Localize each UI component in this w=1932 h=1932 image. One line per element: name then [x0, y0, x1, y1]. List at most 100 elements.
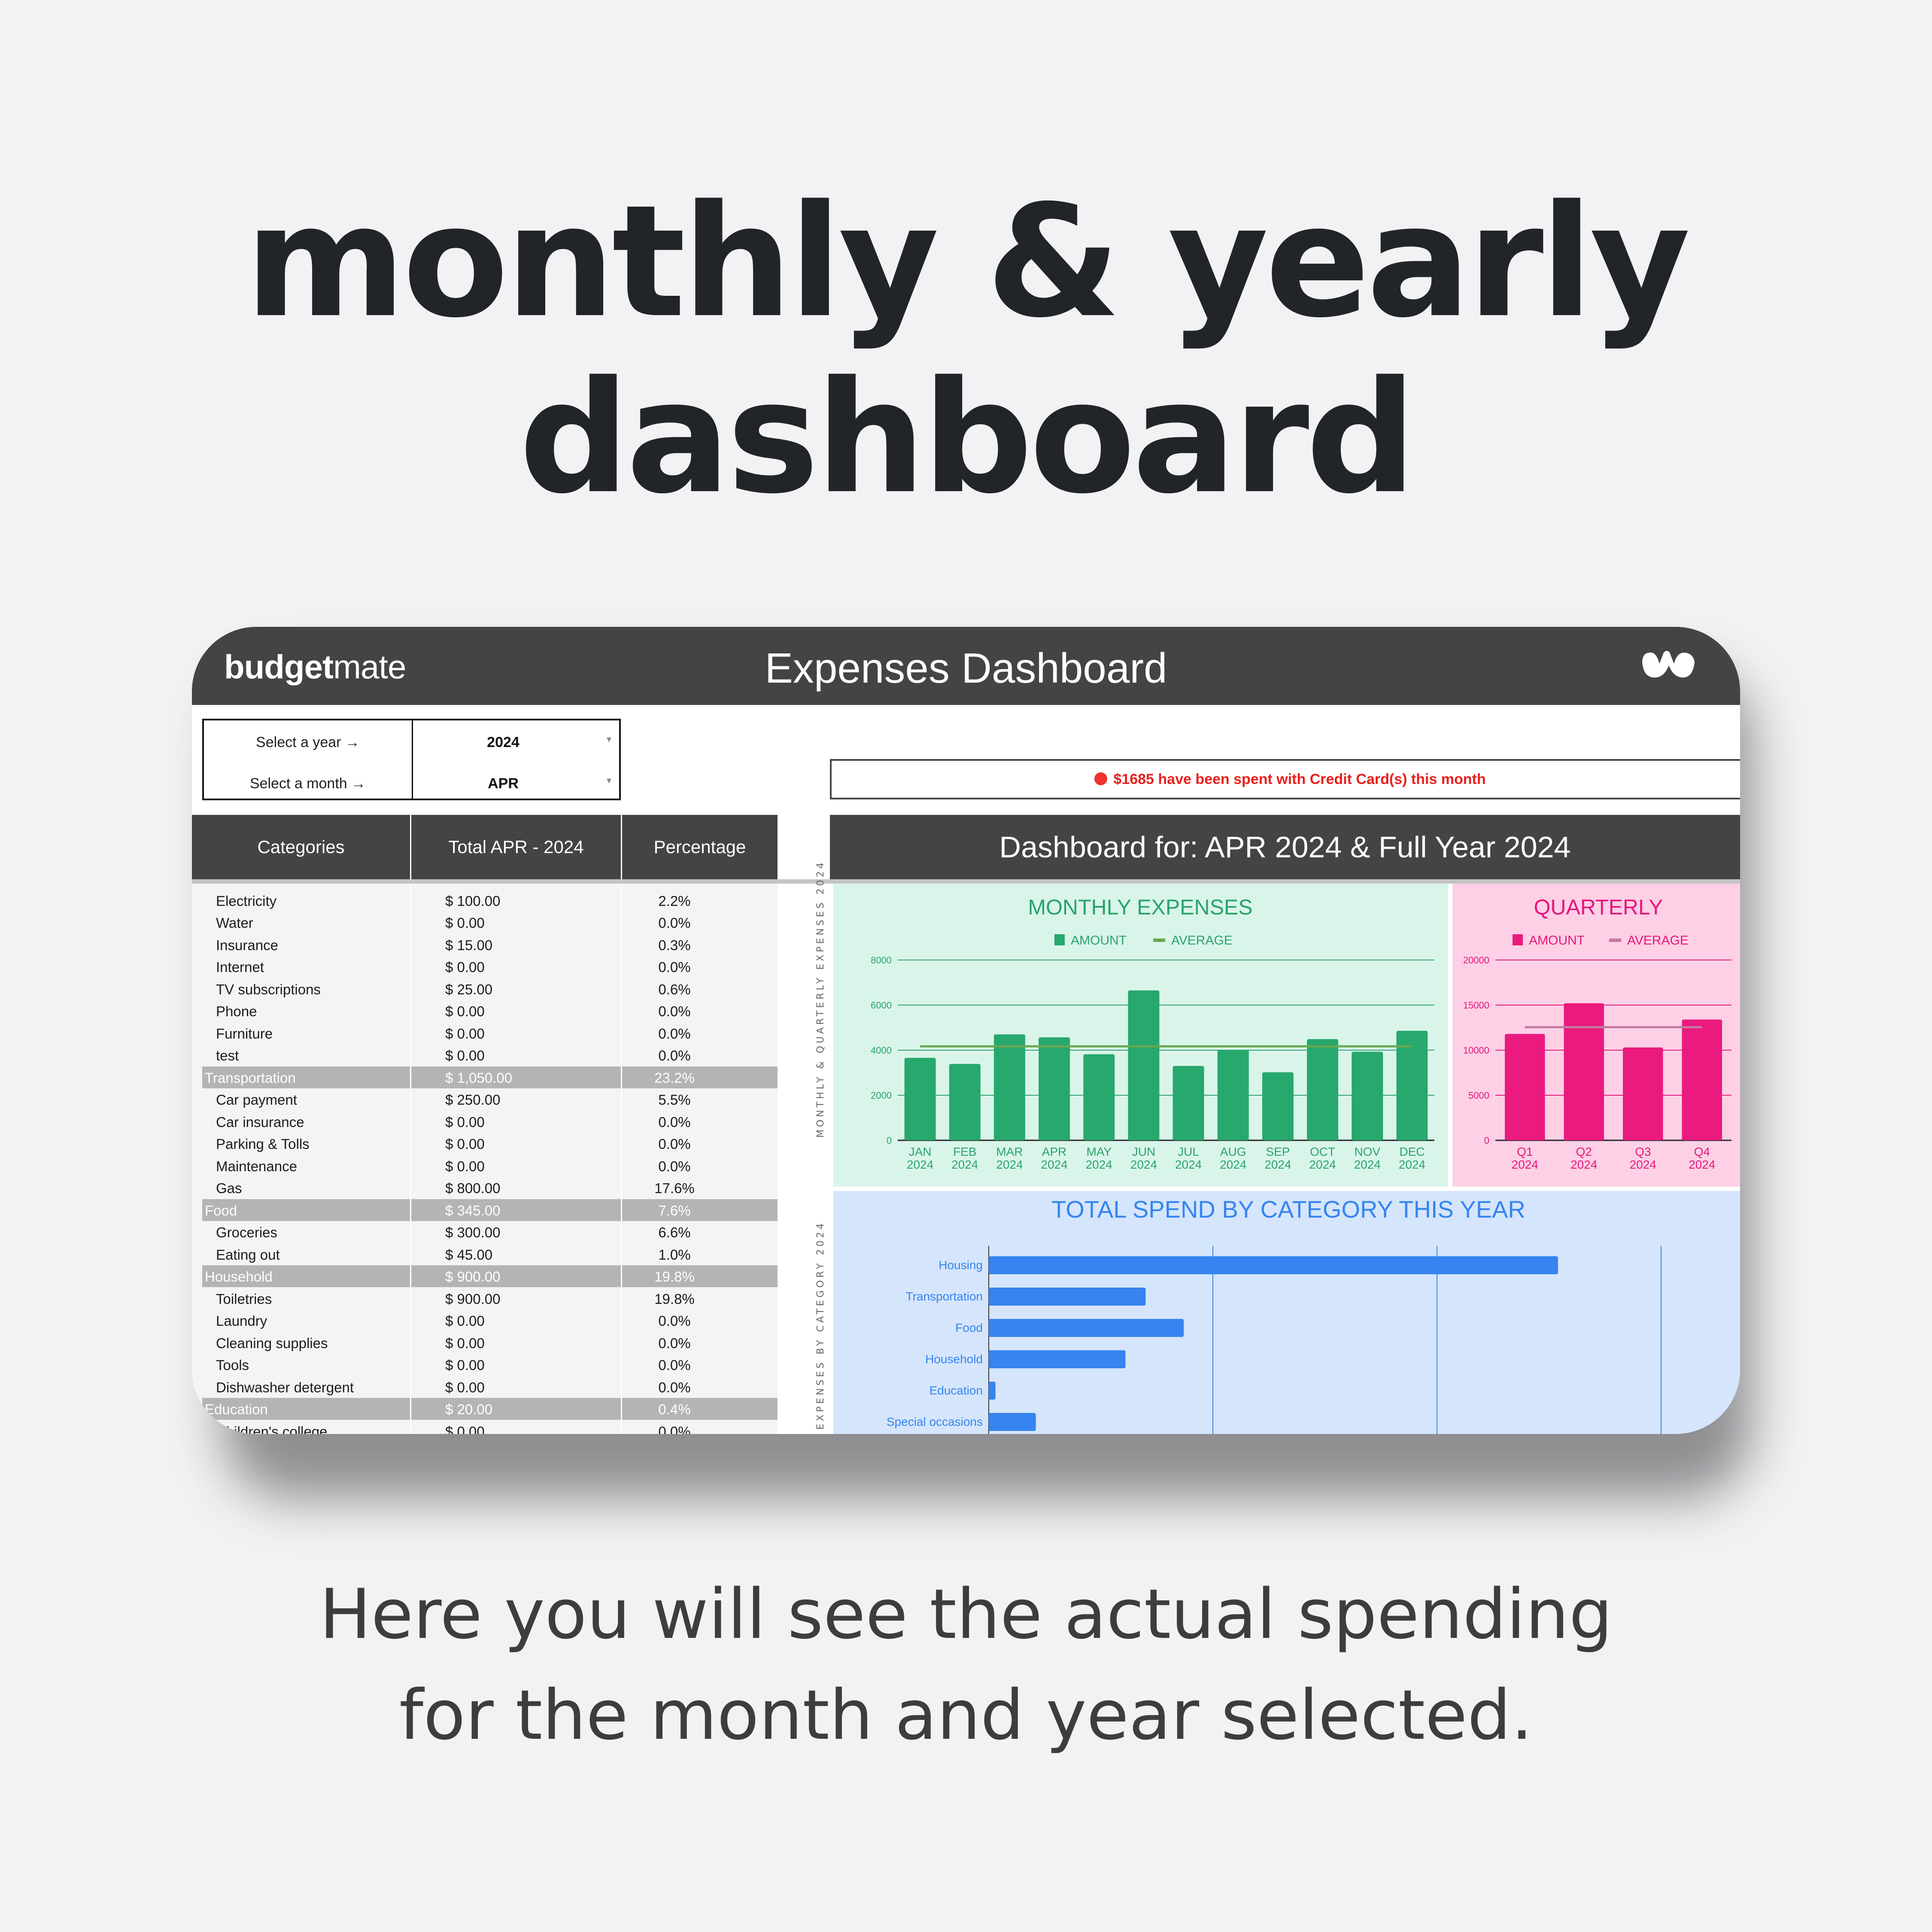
table-row[interactable]: Insurance $ 15.00 0.3% — [202, 933, 778, 956]
chevron-down-icon[interactable]: ▾ — [607, 734, 611, 745]
x-tick-label: Q4 — [1694, 1145, 1710, 1158]
category-cell: Furniture — [216, 1025, 273, 1042]
table-row[interactable]: TV subscriptions $ 25.00 0.6% — [202, 978, 778, 1000]
year-select[interactable]: 2024 — [413, 734, 593, 751]
percentage-cell: 19.8% — [654, 1269, 695, 1285]
y-tick-label: 4000 — [871, 1045, 892, 1056]
table-row[interactable]: Water $ 0.00 0.0% — [202, 911, 778, 933]
category-cell: Laundry — [216, 1313, 267, 1329]
x-tick-label: 2024 — [1086, 1158, 1112, 1171]
percentage-cell: 0.3% — [658, 937, 691, 953]
table-row[interactable]: Car payment $ 250.00 5.5% — [202, 1088, 778, 1110]
amount-cell: $ 0.00 — [445, 1379, 485, 1395]
brand-logo-icon — [1642, 651, 1695, 678]
category-cell: Parking & Tolls — [216, 1136, 310, 1152]
table-row[interactable]: Eating out $ 45.00 1.0% — [202, 1243, 778, 1265]
y-tick-label: Education — [929, 1384, 983, 1397]
table-row[interactable]: Toiletries $ 900.00 19.8% — [202, 1287, 778, 1309]
bar — [1217, 1050, 1249, 1140]
percentage-cell: 2.2% — [658, 893, 691, 909]
x-tick-label: Q2 — [1576, 1145, 1592, 1158]
column-header-total[interactable]: Total APR - 2024 — [411, 815, 622, 879]
category-cell: Food — [205, 1202, 237, 1218]
category-cell: Gas — [216, 1180, 242, 1196]
month-select[interactable]: APR — [413, 775, 593, 792]
bar — [1682, 1019, 1722, 1140]
legend-swatch-average — [1153, 939, 1165, 942]
table-row[interactable]: Car insurance $ 0.00 0.0% — [202, 1110, 778, 1133]
column-header-categories[interactable]: Categories — [192, 815, 411, 879]
table-group-row[interactable]: Education $ 20.00 0.4% — [202, 1398, 778, 1420]
table-group-row[interactable]: Food $ 345.00 7.6% — [202, 1199, 778, 1221]
table-row[interactable]: Gas $ 800.00 17.6% — [202, 1177, 778, 1199]
bar — [1307, 1039, 1339, 1140]
x-tick-label: 2024 — [1130, 1158, 1157, 1171]
table-row[interactable]: Tools $ 0.00 0.0% — [202, 1354, 778, 1376]
chart-title: MONTHLY EXPENSES — [1028, 895, 1252, 919]
month-select-value: APR — [488, 775, 519, 792]
cell-divider — [621, 1154, 622, 1177]
side-label-monthly-quarterly: MONTHLY & QUARTERLY EXPENSES 2024 — [815, 860, 826, 1138]
cell-divider — [410, 1265, 411, 1287]
x-tick-label: JUL — [1178, 1145, 1199, 1158]
table-row[interactable]: Electricity $ 100.00 2.2% — [202, 889, 778, 911]
table-row[interactable]: Phone $ 0.00 0.0% — [202, 1000, 778, 1022]
app-header-bar: budgetmate Expenses Dashboard — [192, 627, 1740, 705]
quarterly-chart-panel: QUARTERLY AMOUNT AVERAGE 0 5000 10000 15000 200… — [1452, 884, 1740, 1187]
legend-label-average: AVERAGE — [1627, 933, 1689, 948]
table-row[interactable]: Internet $ 0.00 0.0% — [202, 956, 778, 978]
chart-title: TOTAL SPEND BY CATEGORY THIS YEAR — [1051, 1196, 1525, 1223]
percentage-cell: 0.0% — [658, 1003, 691, 1019]
chevron-down-icon[interactable]: ▾ — [607, 775, 611, 786]
x-tick-label: MAY — [1086, 1145, 1112, 1158]
table-row[interactable]: Groceries $ 300.00 6.6% — [202, 1221, 778, 1243]
x-tick-label: 2024 — [1264, 1158, 1291, 1171]
table-row[interactable]: Laundry $ 0.00 0.0% — [202, 1309, 778, 1331]
category-chart: TOTAL SPEND BY CATEGORY THIS YEAR Housing… — [887, 1196, 1662, 1434]
category-cell: Transportation — [205, 1069, 296, 1086]
table-row[interactable]: Furniture $ 0.00 0.0% — [202, 1022, 778, 1044]
cell-divider — [621, 1243, 622, 1265]
promo-subtitle-line1: Here you will see the actual spending — [319, 1574, 1613, 1654]
legend-swatch-amount — [1054, 934, 1065, 945]
table-group-row[interactable]: Transportation $ 1,050.00 23.2% — [202, 1066, 778, 1088]
amount-cell: $ 0.00 — [445, 1048, 485, 1063]
bar — [1083, 1054, 1115, 1140]
amount-cell: $ 0.00 — [445, 1423, 485, 1434]
x-tick-label: 2024 — [996, 1158, 1023, 1171]
x-tick-label: FEB — [953, 1145, 976, 1158]
y-tick-label: 0 — [887, 1135, 892, 1146]
amount-cell: $ 345.00 — [445, 1202, 501, 1218]
x-tick-label: 2024 — [1220, 1158, 1246, 1171]
table-group-row[interactable]: Household $ 900.00 19.8% — [202, 1265, 778, 1287]
category-cell: Water — [216, 915, 253, 931]
category-cell: Household — [205, 1269, 273, 1285]
year-select-value: 2024 — [487, 734, 519, 750]
table-row[interactable]: Maintenance $ 0.00 0.0% — [202, 1154, 778, 1177]
table-row[interactable]: Cleaning supplies $ 0.00 0.0% — [202, 1331, 778, 1354]
promo-subtitle-line2: for the month and year selected. — [399, 1675, 1533, 1755]
x-tick-label: 2024 — [1512, 1158, 1538, 1171]
category-cell: Eating out — [216, 1246, 280, 1263]
column-header-percentage[interactable]: Percentage — [622, 815, 778, 879]
x-tick-label: NOV — [1354, 1145, 1380, 1158]
table-row[interactable]: Parking & Tolls $ 0.00 0.0% — [202, 1133, 778, 1154]
cell-divider — [621, 1221, 622, 1243]
x-tick-label: JAN — [909, 1145, 932, 1158]
bar — [1173, 1066, 1204, 1140]
promo-headline-line2: dashboard — [519, 348, 1416, 528]
amount-cell: $ 45.00 — [445, 1246, 493, 1263]
table-row[interactable]: Dishwasher detergent $ 0.00 0.0% — [202, 1376, 778, 1398]
bar — [949, 1064, 981, 1140]
amount-cell: $ 0.00 — [445, 959, 485, 975]
table-row[interactable]: test $ 0.00 0.0% — [202, 1044, 778, 1066]
monthly-expenses-chart: MONTHLY EXPENSES AMOUNT AVERAGE 0 2000 4000 60… — [871, 895, 1434, 1171]
percentage-cell: 0.4% — [658, 1401, 691, 1417]
cell-divider — [621, 1177, 622, 1199]
alert-dot-icon — [1094, 772, 1108, 786]
table-row[interactable]: Children's college $ 0.00 0.0% — [202, 1420, 778, 1434]
legend-label-amount: AMOUNT — [1529, 933, 1585, 948]
category-cell: Children's college — [216, 1423, 328, 1434]
frozen-row-divider[interactable] — [192, 879, 1740, 884]
cell-divider — [621, 978, 622, 1000]
